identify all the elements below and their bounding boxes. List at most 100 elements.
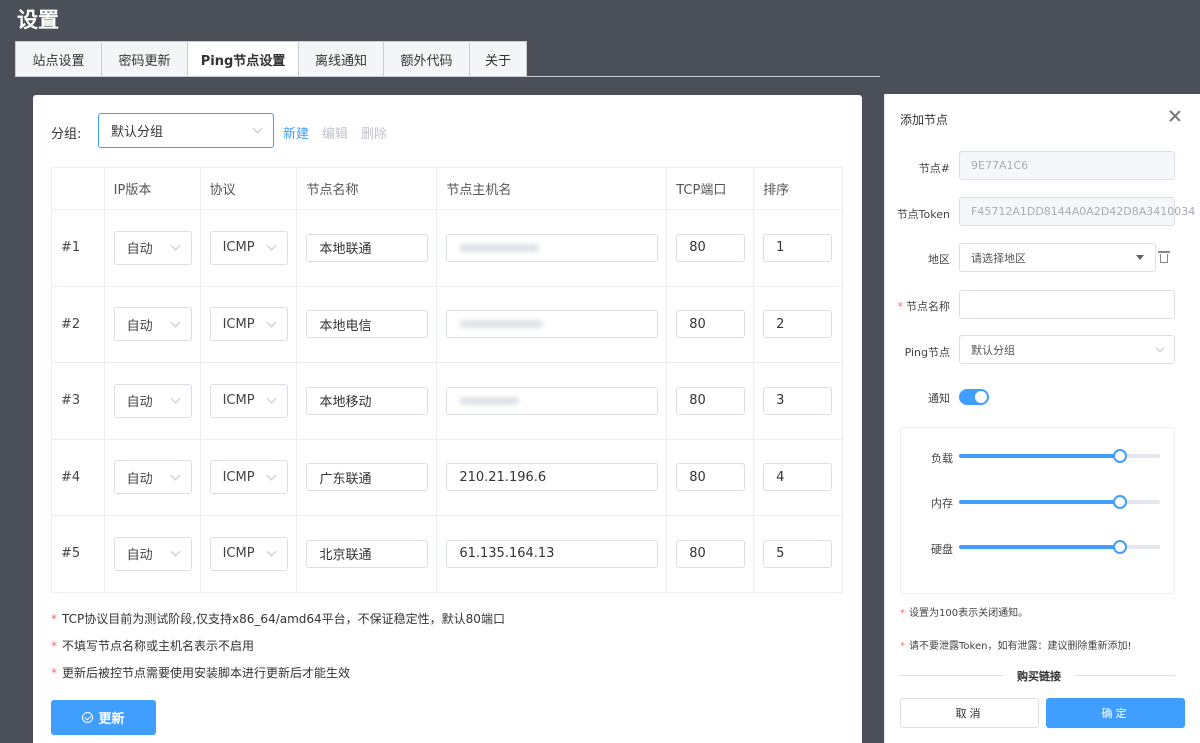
delete-group-link[interactable]: 删除 (361, 123, 387, 142)
required-star: * (51, 639, 57, 653)
node-name-input[interactable]: 本地联通 (306, 233, 429, 262)
drawer-title: 添加节点 (900, 113, 949, 127)
node-host-input[interactable] (446, 386, 659, 415)
settings-tabs: 站点设置 密码更新 Ping节点设置 离线通知 额外代码 关于 (15, 41, 527, 77)
node-host-input[interactable]: 61.135.164.13 (446, 539, 659, 568)
slider-fill (959, 454, 1120, 458)
region-placeholder: 请选择地区 (971, 251, 1026, 265)
protocol-value: ICMP (222, 240, 255, 256)
drawer-note-text: 设置为100表示关闭通知。 (909, 608, 1029, 619)
order-input[interactable]: 4 (763, 463, 833, 492)
buy-link[interactable]: 购买链接 (1003, 668, 1075, 684)
note-text: 更新后被控节点需要使用安装脚本进行更新后才能生效 (62, 666, 351, 680)
tcp-port-input[interactable]: 80 (676, 233, 746, 262)
new-group-link[interactable]: 新建 (283, 123, 309, 142)
tab-about[interactable]: 关于 (469, 41, 527, 77)
confirm-button[interactable]: 确定 (1046, 698, 1185, 728)
notify-toggle[interactable] (959, 389, 989, 405)
node-host-input[interactable] (446, 233, 659, 262)
chevron-down-icon (266, 240, 277, 251)
ip-version-select[interactable]: 自动 (113, 307, 192, 342)
slider-thumb[interactable] (1112, 449, 1127, 463)
chevron-down-icon (252, 123, 263, 134)
required-star: * (900, 641, 905, 652)
protocol-select[interactable]: ICMP (209, 230, 288, 265)
notify-label: 通知 (928, 392, 950, 405)
header-node-name: 节点名称 (296, 167, 438, 210)
slider-thumb[interactable] (1112, 540, 1127, 554)
slider-label-memory: 内存 (931, 497, 953, 510)
ip-version-select[interactable]: 自动 (113, 383, 192, 418)
chevron-down-icon (266, 470, 277, 481)
node-host-input[interactable]: 210.21.196.6 (446, 463, 659, 492)
order-input[interactable]: 5 (763, 539, 833, 568)
group-select[interactable]: 默认分组 (98, 113, 274, 148)
trash-icon[interactable] (1158, 251, 1170, 263)
order-input[interactable]: 1 (763, 233, 833, 262)
node-id-label: 节点# (918, 162, 950, 175)
required-star: * (900, 608, 905, 619)
node-name-input[interactable]: 本地电信 (306, 310, 429, 339)
protocol-select[interactable]: ICMP (209, 383, 288, 418)
node-name-input[interactable]: 北京联通 (306, 539, 429, 568)
protocol-select[interactable]: ICMP (209, 307, 288, 342)
node-name-label-text: 节点名称 (906, 300, 950, 313)
required-star: * (51, 666, 57, 680)
protocol-select[interactable]: ICMP (209, 536, 288, 571)
check-circle-icon (82, 712, 94, 723)
slider-thumb[interactable] (1112, 495, 1127, 509)
node-name-label: * 节点名称 (885, 298, 951, 314)
group-select-value: 默认分组 (111, 125, 164, 140)
note-item: * TCP协议目前为测试阶段,仅支持x86_64/amd64平台，不保证稳定性，默… (51, 610, 505, 637)
table-row: #2 自动 ICMP 本地电信 80 2 (51, 285, 843, 363)
tab-offline-notify[interactable]: 离线通知 (298, 41, 383, 77)
tab-password[interactable]: 密码更新 (101, 41, 187, 77)
disk-slider[interactable] (959, 540, 1160, 554)
token-label: 节点Token (896, 208, 950, 221)
tcp-port-input[interactable]: 80 (676, 539, 746, 568)
protocol-value: ICMP (222, 316, 255, 332)
table-header-row: IP版本 协议 节点名称 节点主机名 TCP端口 排序 (51, 167, 843, 210)
tab-ping-nodes[interactable]: Ping节点设置 (187, 41, 298, 77)
row-index: #3 (51, 362, 105, 440)
tab-site-settings[interactable]: 站点设置 (15, 41, 101, 77)
protocol-select[interactable]: ICMP (209, 460, 288, 495)
nodes-table: IP版本 协议 节点名称 节点主机名 TCP端口 排序 #1 自动 ICMP 本… (51, 167, 843, 593)
ip-version-value: 自动 (126, 471, 153, 487)
cancel-button[interactable]: 取消 (900, 698, 1039, 728)
tab-extra-code[interactable]: 额外代码 (383, 41, 469, 77)
node-name-input[interactable]: 广东联通 (306, 463, 429, 492)
ip-version-select[interactable]: 自动 (113, 460, 192, 495)
order-input[interactable]: 3 (763, 386, 833, 415)
memory-slider[interactable] (959, 495, 1160, 509)
blurred-host (459, 396, 520, 405)
token-field: F45712A1DD8144A0A2D42D8A3410034 (959, 197, 1195, 226)
ip-version-select[interactable]: 自动 (113, 230, 192, 265)
region-select[interactable]: 请选择地区 (959, 243, 1156, 272)
close-icon[interactable] (1169, 110, 1181, 122)
tcp-port-input[interactable]: 80 (676, 310, 746, 339)
ping-node-select[interactable]: 默认分组 (959, 335, 1175, 364)
chevron-down-icon (266, 546, 277, 557)
drawer-note-text: 请不要泄露Token，如有泄露：建议删除重新添加! (909, 641, 1132, 652)
ping-settings-panel: 分组: 默认分组 新建 编辑 删除 IP版本 协议 节点名称 节点主机名 TCP… (33, 95, 862, 743)
chevron-down-icon (1155, 343, 1165, 352)
header-index (51, 167, 105, 210)
ip-version-select[interactable]: 自动 (113, 536, 192, 571)
load-slider[interactable] (959, 449, 1160, 463)
ip-version-value: 自动 (126, 395, 153, 411)
node-name-field[interactable] (959, 290, 1175, 319)
chevron-down-icon (266, 317, 277, 328)
node-host-input[interactable] (446, 310, 659, 339)
tcp-port-input[interactable]: 80 (676, 386, 746, 415)
row-index: #5 (51, 515, 105, 593)
node-name-input[interactable]: 本地移动 (306, 386, 429, 415)
drawer-note: * 设置为100表示关闭通知。 (900, 604, 1028, 619)
order-input[interactable]: 2 (763, 310, 833, 339)
drawer-note: * 请不要泄露Token，如有泄露：建议删除重新添加! (900, 637, 1131, 652)
node-id-field: 9E77A1C6 (959, 151, 1175, 180)
tcp-port-input[interactable]: 80 (676, 463, 746, 492)
update-button[interactable]: 更新 (51, 700, 156, 735)
edit-group-link[interactable]: 编辑 (322, 123, 348, 142)
header-tcp-port: TCP端口 (666, 167, 755, 210)
